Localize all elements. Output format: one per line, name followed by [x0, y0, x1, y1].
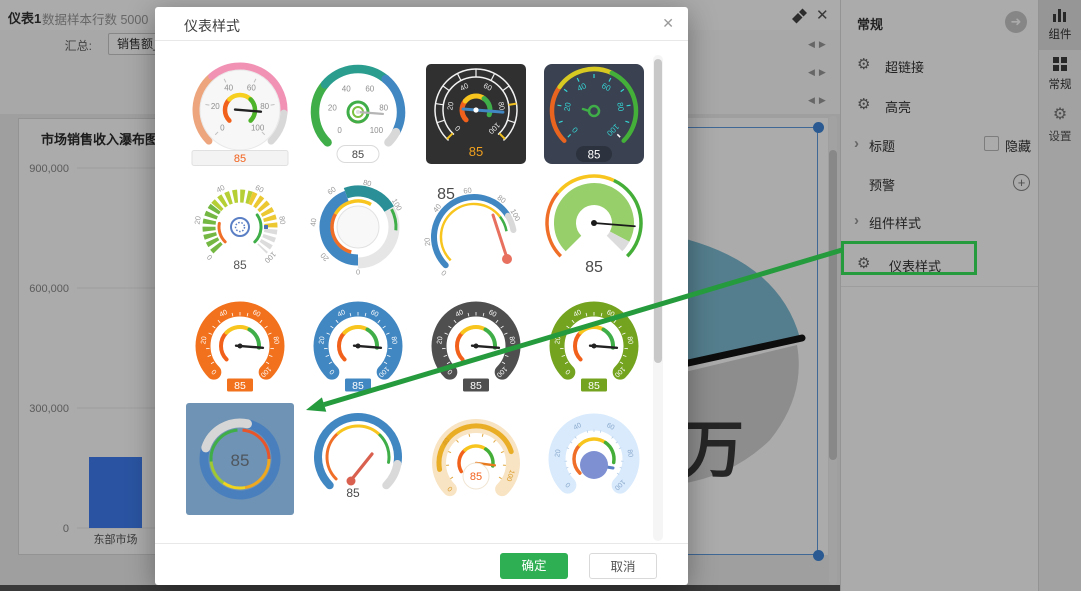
gauge-thumbnail-art: 04010085: [422, 403, 530, 515]
gauge-thumbnail-art: 85: [186, 403, 294, 515]
app-screen: 仪表1 数据样本行数 5000 ✕ 汇总: 销售额_ ◀▶ ◀▶ ◀▶ 市场销售…: [0, 0, 1081, 591]
svg-text:85: 85: [233, 258, 247, 272]
gauge-thumbnail-art: 02040608010085: [422, 58, 530, 170]
svg-text:100: 100: [370, 126, 384, 135]
gauge-style-option-arc-red-needle[interactable]: 85: [304, 403, 412, 515]
svg-text:80: 80: [272, 336, 280, 345]
dialog-footer: 确定 取消: [155, 543, 688, 585]
svg-text:85: 85: [231, 451, 250, 470]
svg-text:85: 85: [352, 380, 364, 392]
gauge-thumbnail-art: 020406080100: [304, 173, 412, 285]
gauge-style-option-dark-neon[interactable]: 02040608010085: [540, 58, 648, 170]
svg-text:85: 85: [346, 486, 360, 500]
gauge-thumbnail-art: 02040608010085: [422, 288, 530, 400]
gauge-style-option-soft-blue[interactable]: 020406080100: [540, 403, 648, 515]
svg-text:20: 20: [554, 336, 562, 345]
svg-text:80: 80: [379, 104, 388, 113]
svg-text:20: 20: [318, 336, 326, 345]
svg-text:80: 80: [390, 336, 398, 345]
svg-text:85: 85: [470, 471, 482, 483]
gauge-style-option-fresh-ring[interactable]: 0 20 40 60 80 100 85: [304, 58, 412, 170]
svg-text:20: 20: [445, 101, 455, 111]
gauge-thumbnail-art: 02040608010085: [304, 288, 412, 400]
gauge-thumbnail-art: 020406080100: [540, 403, 648, 515]
dialog-header: 仪表样式 ✕: [155, 7, 688, 41]
cancel-button[interactable]: 取消: [589, 553, 657, 579]
svg-text:20: 20: [200, 336, 208, 345]
annotation-highlight-box: [841, 241, 977, 275]
gauge-style-option-soft-cream[interactable]: 04010085: [422, 403, 530, 515]
svg-text:85: 85: [585, 259, 603, 276]
svg-text:80: 80: [362, 178, 372, 189]
close-icon[interactable]: ✕: [662, 15, 674, 32]
svg-text:20: 20: [554, 449, 562, 458]
gauge-thumbnail-art: 0 20 40 60 80 100 85: [304, 58, 412, 170]
gauge-thumbnail-art: 85: [540, 173, 648, 285]
gauge-thumbnail-art: 85020406080100: [422, 173, 530, 285]
gauge-style-option-dark-dial[interactable]: 02040608010085: [422, 58, 530, 170]
gauge-style-option-offset-rings[interactable]: 020406080100: [304, 173, 412, 285]
svg-text:40: 40: [224, 84, 233, 93]
gauge-style-option-arch-orange[interactable]: 02040608010085: [186, 288, 294, 400]
svg-text:60: 60: [463, 186, 473, 196]
svg-text:40: 40: [342, 85, 351, 94]
gauge-style-option-arch-green[interactable]: 02040608010085: [540, 288, 648, 400]
gauge-style-grid: 0204060801008502040608010085020406080100…: [186, 58, 648, 515]
gauge-thumbnail-art: 0 20 40 60 80 100 85: [186, 58, 294, 170]
gauge-thumbnail-art: 02040608010085: [540, 58, 648, 170]
svg-text:20: 20: [422, 237, 432, 246]
gauge-style-option-light-classic[interactable]: 0 20 40 60 80 100 85: [186, 58, 294, 170]
svg-text:85: 85: [234, 380, 246, 392]
svg-text:0: 0: [439, 268, 448, 278]
svg-text:85: 85: [588, 149, 601, 161]
svg-text:60: 60: [365, 85, 374, 94]
svg-text:60: 60: [326, 185, 338, 197]
svg-text:80: 80: [496, 101, 506, 111]
svg-text:20: 20: [211, 102, 220, 111]
svg-text:0: 0: [205, 253, 214, 262]
svg-text:80: 80: [626, 336, 634, 345]
svg-text:80: 80: [277, 215, 287, 225]
gauge-style-option-arch-blue[interactable]: 02040608010085: [304, 288, 412, 400]
svg-text:40: 40: [308, 218, 318, 227]
svg-text:85: 85: [352, 149, 364, 161]
svg-text:0: 0: [356, 267, 360, 276]
svg-text:80: 80: [260, 102, 269, 111]
svg-text:100: 100: [251, 123, 265, 132]
gauge-thumbnail-art: 02040608010085: [540, 288, 648, 400]
svg-text:60: 60: [247, 84, 256, 93]
gauge-style-dialog: 仪表样式 ✕ 020406080100850204060801008502040…: [155, 7, 688, 585]
gauge-style-option-thin-arc[interactable]: 85020406080100: [422, 173, 530, 285]
svg-text:0: 0: [220, 123, 225, 132]
svg-text:85: 85: [470, 380, 482, 392]
svg-text:80: 80: [626, 449, 634, 458]
gauge-thumbnail-art: 85: [304, 403, 412, 515]
gauge-thumbnail-art: 02040608010085: [186, 288, 294, 400]
svg-text:20: 20: [319, 251, 331, 263]
svg-text:20: 20: [193, 215, 203, 225]
dialog-scrollbar-thumb[interactable]: [654, 59, 662, 363]
svg-text:85: 85: [588, 380, 600, 392]
gauge-style-option-arch-dark[interactable]: 02040608010085: [422, 288, 530, 400]
svg-text:20: 20: [436, 336, 444, 345]
svg-text:0: 0: [337, 126, 342, 135]
svg-text:20: 20: [328, 104, 337, 113]
svg-text:85: 85: [469, 144, 483, 159]
gauge-style-option-green-donut[interactable]: 85: [540, 173, 648, 285]
ok-button[interactable]: 确定: [500, 553, 568, 579]
dialog-title: 仪表样式: [184, 16, 240, 36]
gauge-thumbnail-art: 02040608010085: [186, 173, 294, 285]
svg-text:80: 80: [508, 336, 516, 345]
gauge-style-option-segment-dial[interactable]: 02040608010085: [186, 173, 294, 285]
gauge-style-option-ring-flat-selected[interactable]: 85: [186, 403, 294, 515]
svg-text:85: 85: [234, 153, 246, 165]
